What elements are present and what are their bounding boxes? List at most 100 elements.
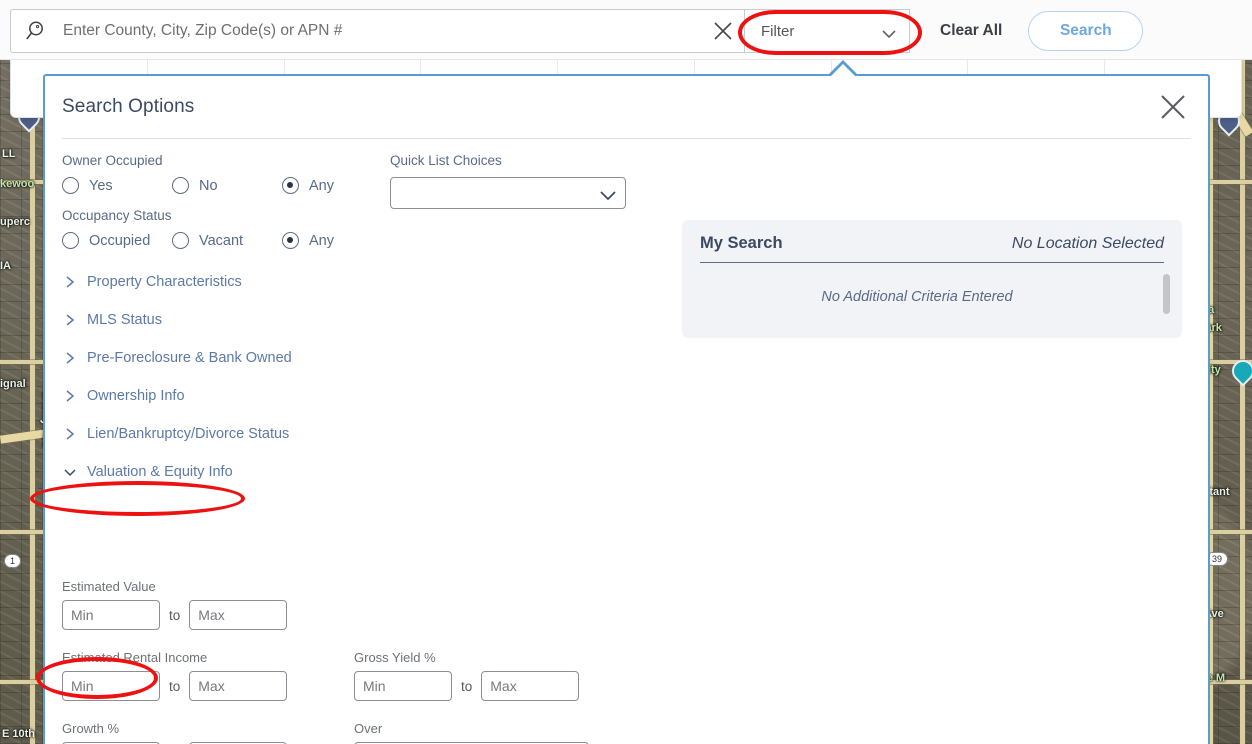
quick-list-dropdown[interactable] [390,177,626,209]
growth-label: Growth % [62,721,120,736]
search-input[interactable] [49,21,710,41]
panel-body: Owner Occupied Yes No Any Occupancy Stat… [45,139,1208,744]
owner-occupied-radio-group: Yes No Any [62,177,392,194]
growth-cell: Growth % to [62,721,354,744]
radio-label: Any [309,177,334,194]
occupancy-status-label: Occupancy Status [62,208,172,223]
radio-label: Yes [89,177,113,194]
filter-dropdown[interactable]: Filter [745,9,910,53]
filters-left-column: Owner Occupied Yes No Any Occupancy Stat… [62,153,392,491]
map-route-badge: 1 [4,554,22,568]
section-label: Ownership Info [87,388,185,404]
chevron-down-icon [62,464,78,480]
section-label: Lien/Bankruptcy/Divorce Status [87,426,290,442]
panel-caret-fill [831,64,855,76]
radio-label: Occupied [89,232,151,249]
radio-label: No [199,177,218,194]
panel-header: Search Options [45,76,1208,138]
search-row: Filter Clear All Search [10,9,1242,53]
radio-label: Vacant [199,232,244,249]
rental-and-yield-row: Estimated Rental Income to Gross Yield %… [62,650,822,701]
over-label: Over [354,721,383,736]
gross-yield-range: to [354,671,654,701]
map-label: kewoo [0,178,35,190]
radio-occupancy-any[interactable]: Any [282,232,334,249]
search-button[interactable]: Search [1028,11,1144,51]
chevron-right-icon [62,426,78,442]
valuation-equity-fields: Estimated Value to Estimated Rental Inco… [62,579,822,744]
map-label: ignal [0,378,26,390]
estimated-rental-income-label: Estimated Rental Income [62,650,208,665]
radio-circle-icon [172,232,189,249]
occupancy-status-radio-group: Occupied Vacant Any [62,232,392,249]
section-mls-status[interactable]: MLS Status [62,301,392,339]
quick-list-column: Quick List Choices [390,153,690,209]
over-cell: Over One Month [354,721,654,744]
panel-title: Search Options [62,96,195,117]
map-label: IA [0,260,11,272]
estimated-value-row: Estimated Value to [62,579,822,630]
radio-occupancy-vacant[interactable]: Vacant [172,232,282,249]
my-search-header: My Search No Location Selected [700,234,1164,263]
section-lien-bankruptcy-divorce-status[interactable]: Lien/Bankruptcy/Divorce Status [62,415,392,453]
estimated-rental-income-range: to [62,671,354,701]
gross-yield-label: Gross Yield % [354,650,436,665]
chevron-right-icon [62,274,78,290]
my-search-panel: My Search No Location Selected No Additi… [682,220,1182,338]
radio-circle-selected-icon [282,232,299,249]
chevron-right-icon [62,388,78,404]
gross-yield-cell: Gross Yield % to [354,650,654,701]
section-pre-foreclosure-bank-owned[interactable]: Pre-Foreclosure & Bank Owned [62,339,392,377]
map-label: uperc [0,216,30,228]
section-label: Valuation & Equity Info [87,464,233,480]
section-valuation-equity-info[interactable]: Valuation & Equity Info [62,453,392,491]
search-box[interactable] [10,9,745,53]
close-icon[interactable] [1156,90,1190,124]
estimated-value-min-input[interactable] [62,600,160,630]
gross-yield-min-input[interactable] [354,671,452,701]
my-search-location: No Location Selected [1011,235,1164,252]
range-to-label: to [169,678,181,694]
range-to-label: to [169,607,181,623]
search-options-panel: Search Options Owner Occupied Yes No Any… [43,74,1210,744]
estimated-value-label: Estimated Value [62,579,156,594]
estimated-rental-income-cell: Estimated Rental Income to [62,650,354,701]
app-root: LL kewoo uperc IA ignal Cherry Ave Cherr… [0,0,1252,744]
gross-yield-max-input[interactable] [481,671,580,701]
clear-search-icon[interactable] [710,18,736,44]
radio-circle-icon [62,232,79,249]
top-search-bar: Filter Clear All Search [0,0,1252,60]
owner-occupied-label: Owner Occupied [62,153,163,168]
radio-owner-occupied-any[interactable]: Any [282,177,334,194]
section-ownership-info[interactable]: Ownership Info [62,377,392,415]
clear-all-button[interactable]: Clear All [910,9,1028,53]
estimated-value-range: to [62,600,822,630]
radio-circle-selected-icon [282,177,299,194]
my-search-empty-text: No Additional Criteria Entered [821,289,1013,305]
chevron-down-icon [599,188,616,201]
filter-dropdown-label: Filter [761,22,795,40]
estimated-rental-income-min-input[interactable] [62,671,160,701]
radio-circle-icon [62,177,79,194]
map-label: E 10th [2,728,36,740]
radio-label: Any [309,232,334,249]
section-property-characteristics[interactable]: Property Characteristics [62,263,392,301]
range-to-label: to [461,678,473,694]
estimated-rental-income-max-input[interactable] [189,671,288,701]
my-search-scrollbar[interactable] [1161,272,1172,316]
estimated-value-max-input[interactable] [189,600,288,630]
section-label: Pre-Foreclosure & Bank Owned [87,350,292,366]
quick-list-label: Quick List Choices [390,153,502,168]
chevron-down-icon [881,26,897,39]
growth-and-over-row: Growth % to Over One Month [62,721,822,744]
chevron-right-icon [62,350,78,366]
chevron-right-icon [62,312,78,328]
radio-owner-occupied-yes[interactable]: Yes [62,177,172,194]
radio-circle-icon [172,177,189,194]
radio-owner-occupied-no[interactable]: No [172,177,282,194]
section-label: MLS Status [87,312,162,328]
map-label: LL [2,148,16,160]
my-search-title: My Search [700,234,783,252]
radio-occupancy-occupied[interactable]: Occupied [62,232,172,249]
section-label: Property Characteristics [87,274,242,290]
